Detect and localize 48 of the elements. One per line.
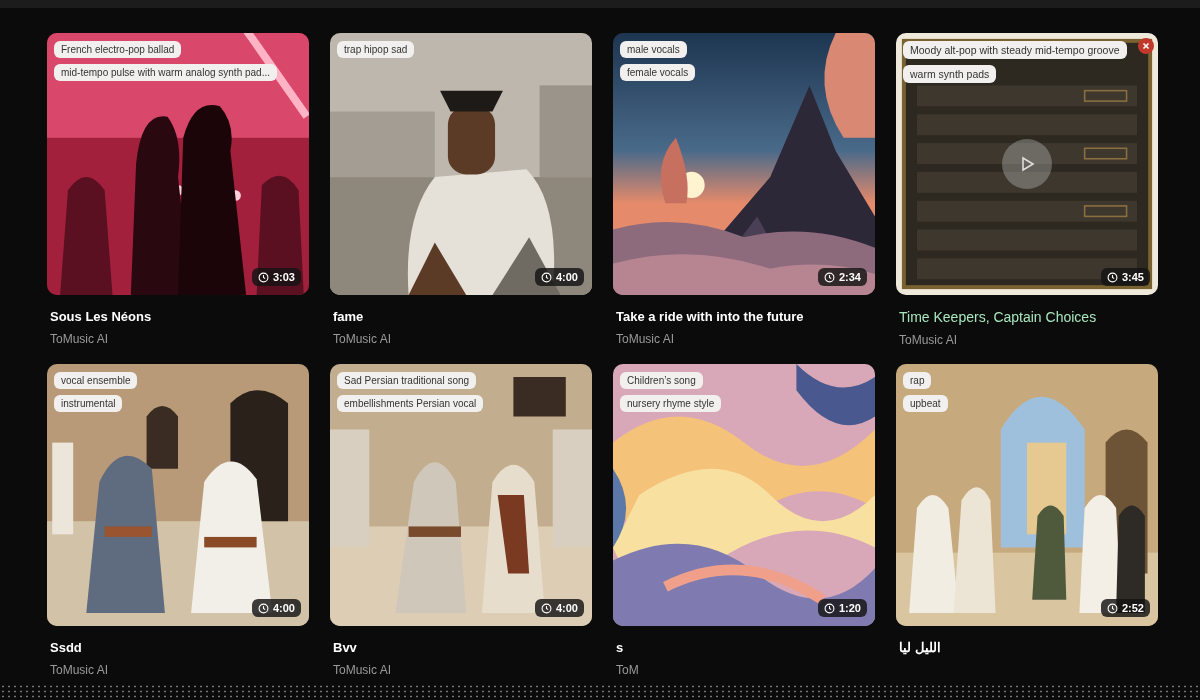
tag: female vocals [620,64,696,81]
artist-name[interactable]: ToMusic AI [616,332,875,346]
tag: warm synth pads [903,65,997,83]
clock-icon [257,271,269,283]
artist-name[interactable]: ToMusic AI [50,332,309,346]
clock-icon [540,602,552,614]
song-title[interactable]: Ssdd [50,640,309,655]
tag: mid-tempo pulse with warm analog synth pad... [54,64,277,81]
tag: Sad Persian traditional song [337,372,477,389]
clock-icon [1106,271,1118,283]
song-title[interactable]: s [616,640,875,655]
duration: 4:00 [555,602,578,614]
tag: male vocals [620,41,687,58]
duration: 2:52 [1121,602,1144,614]
artist-name[interactable]: ToMusic AI [333,332,592,346]
play-button[interactable] [1002,139,1052,189]
clock-icon [823,271,835,283]
song-title[interactable]: Bvv [333,640,592,655]
tag: nursery rhyme style [620,395,722,412]
artist-name[interactable]: ToMusic AI [899,333,1158,347]
clock-icon [823,602,835,614]
artist-name[interactable]: ToMusic AI [333,663,592,677]
tag: vocal ensemble [54,372,138,389]
song-title[interactable]: Time Keepers, Captain Choices [899,309,1158,325]
tag: upbeat [903,395,948,412]
tag: rap [903,372,932,389]
close-icon [1141,41,1151,51]
song-title[interactable]: Sous Les Néons [50,309,309,324]
tag: instrumental [54,395,123,412]
duration: 1:20 [838,602,861,614]
duration: 4:00 [272,602,295,614]
song-title[interactable]: الليل ليا [899,640,1158,655]
clock-icon [257,602,269,614]
artist-name[interactable]: ToM [616,663,875,677]
duration: 4:00 [555,271,578,283]
artist-name[interactable]: ToMusic AI [50,663,309,677]
tag: Children’s song [620,372,703,389]
clock-icon [540,271,552,283]
song-title[interactable]: Take a ride with into the future [616,309,875,324]
duration: 3:45 [1121,271,1144,283]
tag: embellishments Persian vocal [337,395,484,412]
tag: Moody alt-pop with steady mid-tempo groove [903,41,1127,59]
tag: trap hipop sad [337,41,415,58]
clock-icon [1106,602,1118,614]
duration: 2:34 [838,271,861,283]
duration: 3:03 [272,271,295,283]
song-title[interactable]: fame [333,309,592,324]
tag: French electro-pop ballad [54,41,182,58]
